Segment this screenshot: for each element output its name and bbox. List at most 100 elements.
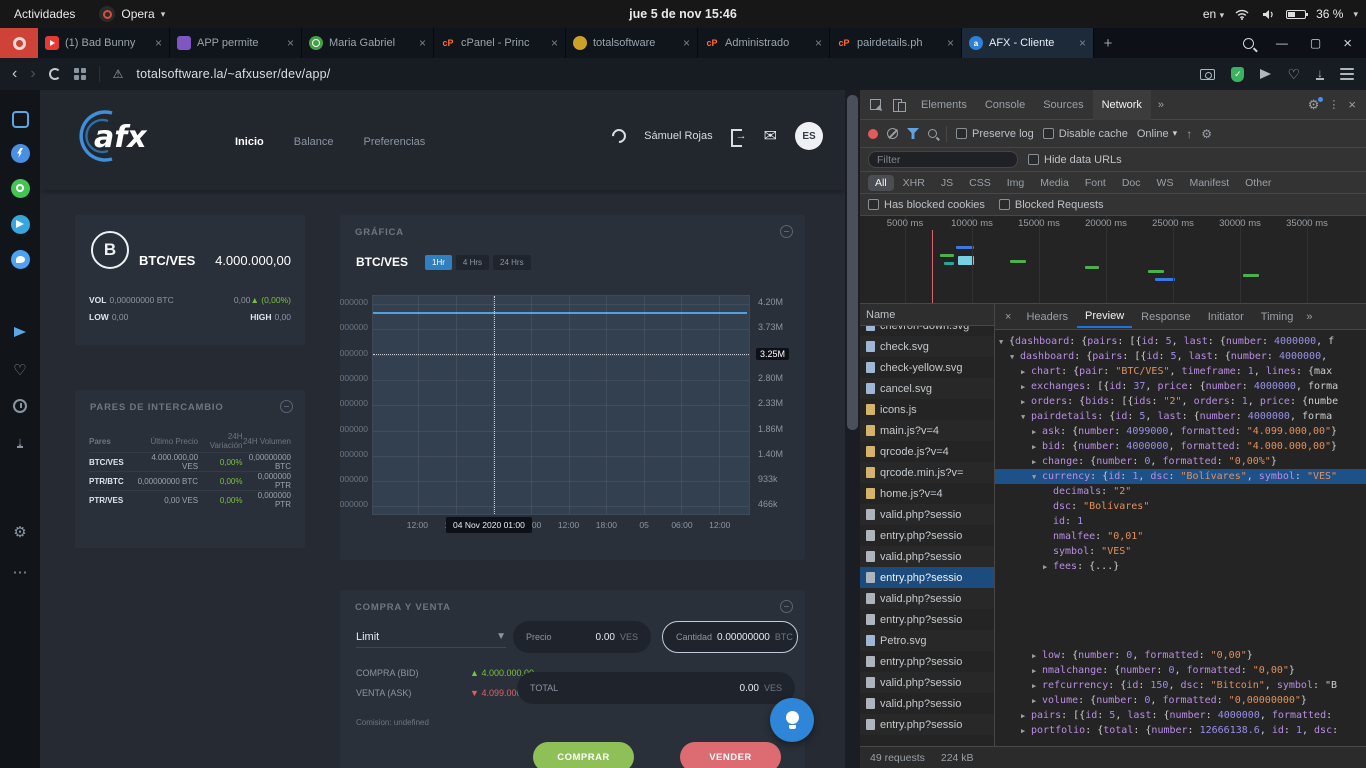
network-request-row[interactable]: valid.php?sessio	[860, 588, 994, 609]
price-chart-plot[interactable]	[372, 295, 750, 515]
nav-item-inicio[interactable]: Inicio	[235, 136, 264, 148]
browser-tab[interactable]: cPcPanel - Princ×	[434, 28, 566, 58]
tree-row[interactable]: ▶nmalchange: {number: 0, formatted: "0,0…	[995, 663, 1366, 678]
network-request-row[interactable]: home.js?v=4	[860, 483, 994, 504]
tree-row[interactable]: ▶exchanges: [{id: 37, price: {number: 40…	[995, 379, 1366, 394]
filter-funnel-icon[interactable]	[907, 128, 919, 139]
easy-setup-icon[interactable]	[1340, 68, 1354, 80]
detail-tab-initiator[interactable]: Initiator	[1200, 307, 1252, 327]
help-lightbulb-fab[interactable]	[770, 698, 814, 742]
requests-header[interactable]: Name	[860, 304, 994, 326]
tree-row[interactable]: ▶change: {number: 0, formatted: "0,00%"}	[995, 454, 1366, 469]
disable-cache-checkbox[interactable]: Disable cache	[1043, 128, 1128, 140]
devtools-menu-icon[interactable]: ⋮	[1328, 98, 1339, 111]
sidebar-more-icon[interactable]: ⋯	[10, 562, 30, 582]
tab-close-icon[interactable]: ×	[155, 36, 162, 50]
mail-icon[interactable]: ✉	[764, 126, 777, 146]
opera-app-menu[interactable]: Opera ▾	[89, 0, 175, 28]
blocked-requests-checkbox[interactable]: Blocked Requests	[999, 199, 1104, 211]
new-tab-button[interactable]: +	[1094, 28, 1122, 58]
history-icon[interactable]	[10, 396, 30, 416]
tree-row[interactable]: ▶ask: {number: 4099000, formatted: "4.09…	[995, 424, 1366, 439]
network-request-row[interactable]: valid.php?sessio	[860, 546, 994, 567]
scrollbar-thumb[interactable]	[847, 95, 858, 430]
activities-button[interactable]: Actividades	[0, 0, 89, 28]
speed-dial-icon[interactable]	[74, 68, 86, 80]
tree-row[interactable]: ▼currency: {id: 1, dsc: "Bolívares", sym…	[995, 469, 1366, 484]
devtools-tab-elements[interactable]: Elements	[912, 90, 976, 120]
reload-button[interactable]	[49, 68, 61, 80]
timeframe-24Hrs[interactable]: 24 Hrs	[493, 255, 531, 270]
network-request-row[interactable]: main.js?v=4	[860, 420, 994, 441]
browser-tab[interactable]: cPpairdetails.ph×	[830, 28, 962, 58]
close-detail-icon[interactable]: ×	[999, 311, 1017, 323]
network-request-row[interactable]: qrcode.min.js?v=	[860, 462, 994, 483]
total-input[interactable]: TOTAL 0.00 VES	[517, 672, 795, 704]
network-request-row[interactable]: qrcode.js?v=4	[860, 441, 994, 462]
network-request-row[interactable]: valid.php?sessio	[860, 672, 994, 693]
timeframe-4Hrs[interactable]: 4 Hrs	[456, 255, 489, 270]
detail-tab-timing[interactable]: Timing	[1253, 307, 1302, 327]
network-request-row[interactable]: entry.php?sessio	[860, 609, 994, 630]
sell-button[interactable]: VENDER	[680, 742, 781, 768]
tree-row[interactable]: ▶refcurrency: {id: 150, dsc: "Bitcoin", …	[995, 678, 1366, 693]
network-request-row[interactable]: entry.php?sessio	[860, 651, 994, 672]
amount-input[interactable]: Cantidad 0.00000000 BTC	[662, 621, 798, 653]
network-request-row[interactable]: valid.php?sessio	[860, 504, 994, 525]
preserve-log-checkbox[interactable]: Preserve log	[956, 128, 1034, 140]
snapshot-camera-icon[interactable]	[1200, 69, 1215, 80]
device-toolbar-icon[interactable]	[888, 95, 910, 115]
refresh-sync-icon[interactable]	[609, 126, 629, 146]
browser-tab[interactable]: Maria Gabriel×	[302, 28, 434, 58]
tree-row[interactable]: id: 1	[995, 514, 1366, 529]
filter-pill-js[interactable]: JS	[934, 175, 960, 191]
network-request-row[interactable]: check-yellow.svg	[860, 357, 994, 378]
network-request-row[interactable]: valid.php?sessio	[860, 693, 994, 714]
browser-tab[interactable]: APP permite×	[170, 28, 302, 58]
settings-gear-icon[interactable]: ⚙	[10, 522, 30, 542]
forward-button[interactable]: ›	[30, 66, 35, 82]
filter-pill-doc[interactable]: Doc	[1115, 175, 1148, 191]
collapse-icon[interactable]	[780, 225, 793, 238]
tab-close-icon[interactable]: ×	[683, 36, 690, 50]
tree-row[interactable]: ▼dashboard: {pairs: [{id: 5, last: {numb…	[995, 349, 1366, 364]
minimize-button[interactable]: —	[1276, 36, 1288, 50]
tab-close-icon[interactable]: ×	[551, 36, 558, 50]
browser-tab[interactable]: (1) Bad Bunny×	[38, 28, 170, 58]
record-network-log-icon[interactable]	[868, 129, 878, 139]
browser-tab[interactable]: aAFX - Cliente×	[962, 28, 1094, 58]
browser-tab[interactable]: cPAdministrado×	[698, 28, 830, 58]
tab-close-icon[interactable]: ×	[815, 36, 822, 50]
messenger-icon[interactable]	[10, 143, 30, 163]
tree-row[interactable]: ▶low: {number: 0, formatted: "0,00"}	[995, 648, 1366, 663]
tree-row[interactable]: ▶chart: {pair: "BTC/VES", timeframe: 1, …	[995, 364, 1366, 379]
adblock-shield-icon[interactable]: ✓	[1231, 67, 1244, 82]
filter-pill-css[interactable]: CSS	[962, 175, 998, 191]
network-request-row[interactable]: Petro.svg	[860, 630, 994, 651]
throttling-select[interactable]: Online▾	[1137, 128, 1177, 140]
telegram-icon[interactable]	[10, 214, 30, 234]
tree-row[interactable]: ▼pairdetails: {id: 5, last: {number: 400…	[995, 409, 1366, 424]
bookmark-heart-icon[interactable]: ♡	[1287, 66, 1300, 83]
network-request-row[interactable]: cancel.svg	[860, 378, 994, 399]
tree-row[interactable]: ▶fees: {...}	[995, 559, 1366, 574]
devtools-close-icon[interactable]: ×	[1348, 97, 1356, 112]
price-input[interactable]: Precio 0.00 VES	[513, 621, 651, 653]
site-security-warning-icon[interactable]: ⚠	[113, 67, 124, 81]
buy-button[interactable]: COMPRAR	[533, 742, 634, 768]
nav-item-preferencias[interactable]: Preferencias	[364, 136, 426, 148]
pairs-table-row[interactable]: PTR/BTC0,00000000 BTC0,00%0,000000 PTR	[89, 471, 291, 490]
more-tabs-chevron[interactable]: »	[1153, 99, 1169, 111]
network-filter-input[interactable]	[868, 151, 1018, 168]
system-menu-chevron[interactable]: ▾	[1353, 9, 1358, 20]
network-request-row[interactable]: check.svg	[860, 336, 994, 357]
detail-tab-preview[interactable]: Preview	[1077, 306, 1132, 328]
tree-row[interactable]: nmalfee: "0,01"	[995, 529, 1366, 544]
downloads-icon[interactable]: ↓	[1316, 68, 1324, 80]
bookmarks-heart-icon[interactable]: ♡	[10, 360, 30, 380]
order-type-select[interactable]: Limit▼	[356, 626, 506, 648]
timeframe-1Hr[interactable]: 1Hr	[425, 255, 452, 270]
devtools-tab-network[interactable]: Network	[1093, 90, 1151, 120]
requests-count[interactable]: 49 requests	[870, 752, 925, 764]
tree-row[interactable]: ▶pairs: [{id: 5, last: {number: 4000000,…	[995, 708, 1366, 723]
